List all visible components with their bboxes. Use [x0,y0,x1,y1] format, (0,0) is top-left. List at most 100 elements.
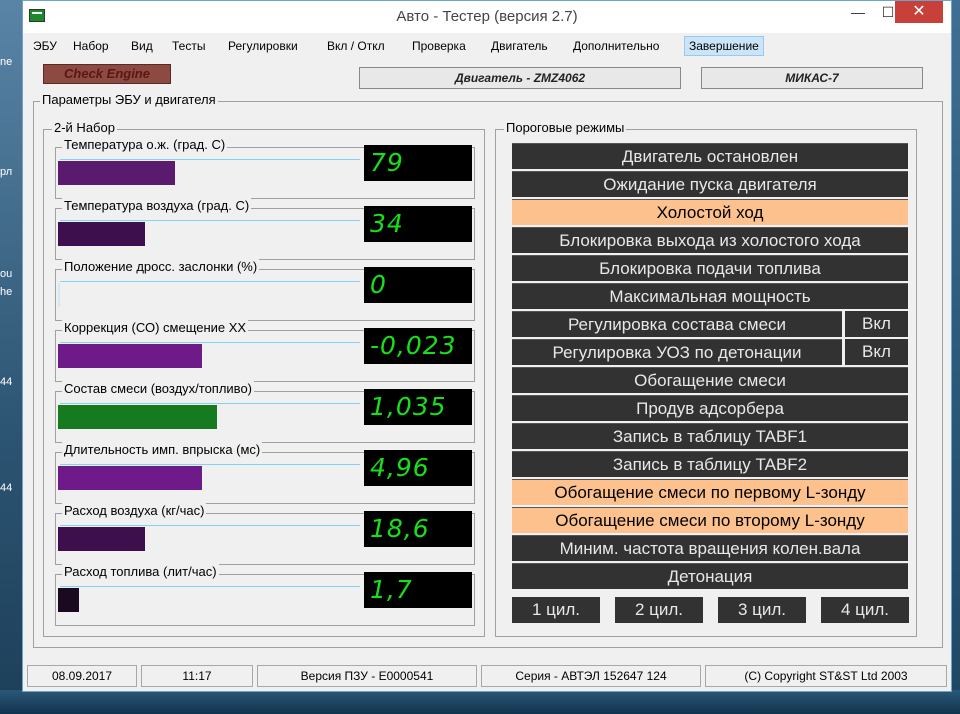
param-label: Температура о.ж. (град. С) [62,137,228,152]
param-row: Коррекция (СО) смещение ХХ -0,023 [55,320,475,382]
mode-toggle-button[interactable]: Вкл [845,311,908,337]
mode-toggle-button[interactable]: Вкл [845,339,908,365]
mode-indicator: Миним. частота вращения колен.вала [512,535,908,561]
desktop-text: 44 [0,482,13,494]
param-gauge [58,157,360,185]
mode-indicator: Обогащение смеси по второму L-зонду [512,507,908,533]
desktop-text: 44 [0,376,13,388]
mode-indicator: Запись в таблицу TABF2 [512,451,908,477]
ecu-params-group-label: Параметры ЭБУ и двигателя [40,92,218,107]
mode-indicator: Регулировка УОЗ по детонации [512,339,842,365]
param-value-display: 0 [364,267,472,303]
cylinder-2: 2 цил. [615,597,703,623]
cylinder-3: 3 цил. [718,597,806,623]
param-row: Положение дросс. заслонки (%) 0 [55,259,475,321]
param-row: Расход топлива (лит/час) 1,7 [55,564,475,626]
window-title: Авто - Тестер (версия 2.7) [396,8,578,25]
param-row: Температура воздуха (град. С) 34 [55,198,475,260]
engine-model: Двигатель - ZMZ4062 [359,67,681,89]
mode-indicator: Продув адсорбера [512,395,908,421]
cylinder-4: 4 цил. [821,597,909,623]
status-copyright: (C) Copyright ST&ST Ltd 2003 [705,665,947,687]
gauge-fill [58,527,145,551]
menu-bar: ЭБУ Набор Вид Тесты Регулировки Вкл / От… [23,35,951,57]
param-gauge [58,279,360,307]
param-label: Коррекция (СО) смещение ХХ [62,320,249,335]
ecu-model: МИКАС-7 [701,67,923,89]
gauge-fill [58,588,79,612]
mode-indicator: Ожидание пуска двигателя [512,171,908,197]
gauge-fill [58,283,60,307]
param-value-display: 1,035 [364,389,472,425]
set-group-label: 2-й Набор [52,120,117,135]
menu-adjustments[interactable]: Регулировки [224,37,302,55]
gauge-fill [58,405,217,429]
param-row: Длительность имп. впрыска (мс) 4,96 [55,442,475,504]
param-label: Положение дросс. заслонки (%) [62,259,260,274]
gauge-fill [58,344,202,368]
param-row: Расход воздуха (кг/час) 18,6 [55,503,475,565]
menu-engine[interactable]: Двигатель [487,37,552,55]
param-gauge [58,218,360,246]
menu-view[interactable]: Вид [127,37,157,55]
menu-finish[interactable]: Завершение [684,36,764,56]
mode-indicator: Блокировка подачи топлива [512,255,908,281]
desktop-text: ou [0,268,13,280]
gauge-track [60,403,360,404]
param-value-display: 34 [364,206,472,242]
mode-indicator: Обогащение смеси [512,367,908,393]
minimize-button[interactable]: — [843,1,873,23]
desktop-text: he [0,286,13,298]
status-time: 11:17 [141,665,253,687]
gauge-track [60,220,360,221]
close-button[interactable]: ✕ [895,1,943,23]
mode-indicator: Детонация [512,563,908,589]
status-date: 08.09.2017 [27,665,137,687]
param-gauge [58,584,360,612]
menu-set[interactable]: Набор [69,37,113,55]
param-value-display: -0,023 [364,328,472,364]
desktop-background [0,690,960,714]
modes-group-label: Пороговые режимы [504,120,627,135]
param-label: Температура воздуха (град. С) [62,198,252,213]
check-engine-indicator: Check Engine [43,64,171,84]
mode-indicator: Регулировка состава смеси [512,311,842,337]
mode-indicator: Максимальная мощность [512,283,908,309]
param-value-display: 4,96 [364,450,472,486]
param-label: Расход топлива (лит/час) [62,564,219,579]
param-row: Состав смеси (воздух/топливо) 1,035 [55,381,475,443]
menu-check[interactable]: Проверка [408,37,470,55]
status-rom-version: Версия ПЗУ - E0000541 [257,665,477,687]
menu-additional[interactable]: Дополнительно [569,37,663,55]
param-label: Расход воздуха (кг/час) [62,503,207,518]
param-gauge [58,401,360,429]
menu-ecu[interactable]: ЭБУ [29,37,61,55]
desktop-text: ne [0,56,13,68]
gauge-track [60,525,360,526]
desktop-text: рл [0,166,13,178]
param-gauge [58,462,360,490]
gauge-track [60,281,360,282]
status-serial: Серия - АВТЭЛ 152647 124 [481,665,701,687]
mode-indicator: Блокировка выхода из холостого хода [512,227,908,253]
title-bar: Авто - Тестер (версия 2.7) — ☐ ✕ [23,1,951,33]
param-value-display: 79 [364,145,472,181]
param-gauge [58,523,360,551]
cylinder-1: 1 цил. [512,597,600,623]
gauge-track [60,342,360,343]
gauge-fill [58,222,145,246]
mode-indicator: Обогащение смеси по первому L-зонду [512,479,908,505]
gauge-track [60,586,360,587]
param-gauge [58,340,360,368]
mode-indicator: Запись в таблицу TABF1 [512,423,908,449]
menu-on-off[interactable]: Вкл / Откл [323,37,389,55]
param-row: Температура о.ж. (град. С) 79 [55,137,475,199]
param-label: Длительность имп. впрыска (мс) [62,442,263,457]
mode-indicator: Двигатель остановлен [512,143,908,169]
app-window: Авто - Тестер (версия 2.7) — ☐ ✕ ЭБУ Наб… [22,0,952,692]
gauge-track [60,159,360,160]
param-value-display: 18,6 [364,511,472,547]
mode-indicator: Холостой ход [512,199,908,225]
gauge-track [60,464,360,465]
menu-tests[interactable]: Тесты [168,37,209,55]
